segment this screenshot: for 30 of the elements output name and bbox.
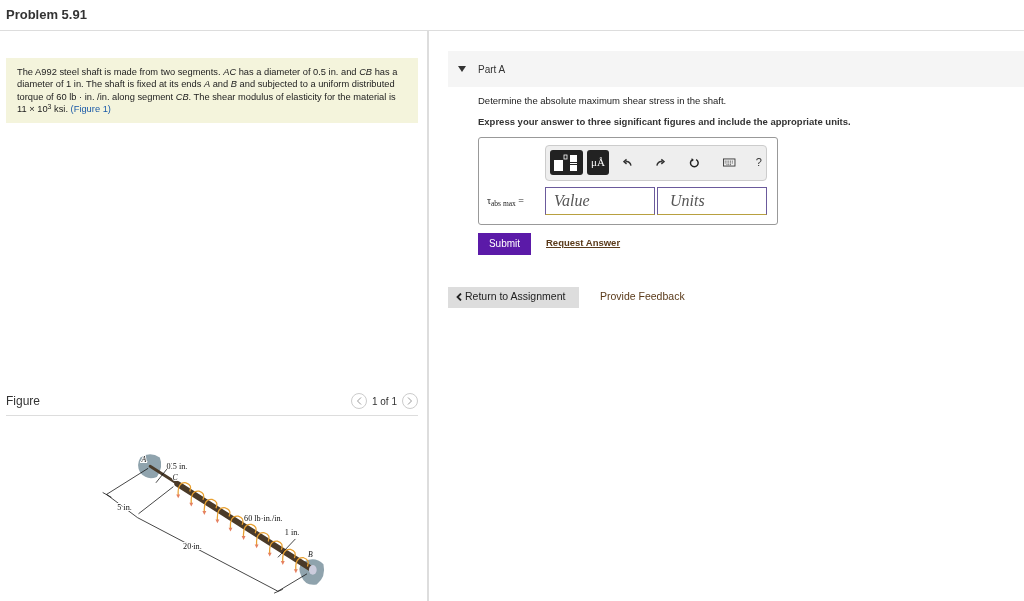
provide-feedback-link[interactable]: Provide Feedback [600,289,685,305]
answer-label: τ$_{abs max}$ = [487,194,525,208]
redo-icon[interactable] [655,158,665,167]
keyboard-icon[interactable] [723,158,736,167]
chevron-left-icon [355,397,362,406]
help-button[interactable]: ? [755,154,762,171]
units-field[interactable]: Units [657,186,767,215]
part-header[interactable]: Part A [448,51,1024,87]
fraction-template-icon [553,153,580,172]
figure-heading: Figure [6,393,40,411]
page-title: Problem 5.91 [6,6,87,25]
figure-pager: 1 of 1 [371,394,397,409]
request-answer-link[interactable]: Request Answer [546,236,621,251]
end-label: A [141,455,147,465]
collapse-triangle-icon [458,66,466,72]
return-button[interactable]: Return to Assignment [448,286,579,308]
chevron-right-icon [407,397,413,406]
figure-link[interactable]: (Figure 1) [70,104,111,115]
instruction-text: Express your answer to three significant figures and include the appropriate units. [478,115,852,130]
reset-icon[interactable] [688,156,700,169]
problem-statement: The A992 steel shaft is made from two segments. AC has a diameter of 0.5 in. and CB has a diameter of 1 in. The shaft is fixed at its ends A and B and subjected to a uniform distributed torque of 60 lb · in. /in. along segment CB. The shear modulus of elasticity for the material is 11 × 10$^{3}$ ksi. (Figure 1) [17,66,399,116]
submit-button[interactable]: Submit [478,232,531,255]
question-text: Determine the absolute maximum shear stress in the shaft. [478,94,728,108]
value-field[interactable]: Value [545,186,655,215]
template-button[interactable] [550,150,583,175]
end-label: B [307,550,313,560]
point-label: C [172,472,178,482]
chevron-left-icon [456,293,462,301]
units-button[interactable]: μÅ [586,150,610,175]
undo-icon[interactable] [623,158,632,167]
